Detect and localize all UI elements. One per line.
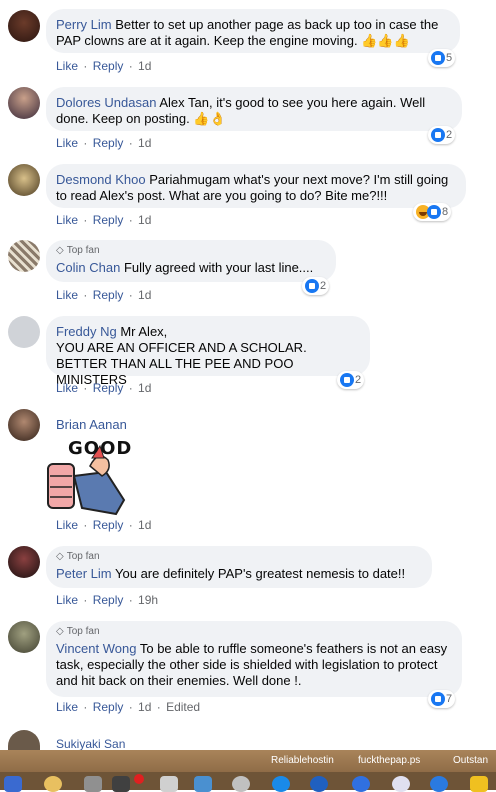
timestamp[interactable]: 1d <box>138 213 151 227</box>
avatar[interactable] <box>8 316 40 348</box>
reaction-count[interactable]: 2 <box>337 371 365 389</box>
reply-link[interactable]: Reply <box>93 381 124 395</box>
like-reaction-icon <box>431 692 445 706</box>
timestamp[interactable]: 1d <box>138 518 151 532</box>
like-link[interactable]: Like <box>56 213 78 227</box>
diamond-icon: ◇ <box>56 626 64 637</box>
taskbar-item-outstanding[interactable]: Outstan <box>453 755 488 766</box>
timestamp[interactable]: 1d <box>138 288 151 302</box>
comment-bubble: ◇ Top fan Colin Chan Fully agreed with yo… <box>46 240 336 282</box>
comment-author[interactable]: Desmond Khoo <box>56 172 146 187</box>
comment-actions: Like · Reply · 1d · Edited <box>56 700 201 714</box>
taskbar-item-reliablehosting[interactable]: Reliablehostin <box>271 755 334 766</box>
like-reaction-icon <box>431 51 445 65</box>
timestamp[interactable]: 19h <box>138 593 158 607</box>
avatar[interactable] <box>8 409 40 441</box>
timestamp[interactable]: 1d <box>138 381 151 395</box>
reply-link[interactable]: Reply <box>93 593 124 607</box>
comment-actions: Like · Reply · 1d <box>56 518 152 532</box>
comment-text: Better to set up another page as back up… <box>56 17 439 48</box>
reply-link[interactable]: Reply <box>93 700 124 714</box>
edited-label[interactable]: Edited <box>166 700 200 714</box>
reaction-count[interactable]: 2 <box>302 277 330 295</box>
avatar[interactable] <box>8 10 40 42</box>
timestamp[interactable]: 1d <box>138 136 151 150</box>
like-reaction-icon <box>305 279 319 293</box>
reaction-number: 8 <box>442 206 449 218</box>
avatar[interactable] <box>8 164 40 196</box>
timestamp[interactable]: 1d <box>138 700 151 714</box>
diamond-icon: ◇ <box>56 551 64 562</box>
reaction-number: 7 <box>446 693 453 705</box>
top-fan-badge[interactable]: ◇ Top fan <box>56 551 422 563</box>
like-reaction-icon <box>427 205 441 219</box>
comment-actions: Like · Reply · 1d <box>56 213 152 227</box>
comment-author[interactable]: Perry Lim <box>56 17 112 32</box>
reply-link[interactable]: Reply <box>93 59 124 73</box>
comment-author[interactable]: Peter Lim <box>56 566 112 581</box>
avatar[interactable] <box>8 240 40 272</box>
comment-text-line-1: Mr Alex, <box>120 324 168 339</box>
top-fan-badge[interactable]: ◇ Top fan <box>56 245 326 257</box>
comment-author[interactable]: Dolores Undasan <box>56 95 156 110</box>
comment-author[interactable]: Brian Aanan <box>56 417 127 432</box>
like-link[interactable]: Like <box>56 381 78 395</box>
like-reaction-icon <box>340 373 354 387</box>
like-link[interactable]: Like <box>56 518 78 532</box>
comment-bubble: Dolores Undasan Alex Tan, it's good to s… <box>46 87 462 131</box>
comment-actions: Like · Reply · 1d <box>56 59 152 73</box>
good-sticker[interactable]: GOOD <box>46 436 131 516</box>
sticker-text: GOOD <box>68 438 133 459</box>
diamond-icon: ◇ <box>56 245 64 256</box>
comment-bubble: Freddy Ng Mr Alex, YOU ARE AN OFFICER AN… <box>46 316 370 387</box>
reply-link[interactable]: Reply <box>93 288 124 302</box>
comment-author[interactable]: Freddy Ng <box>56 324 117 339</box>
badge-label: Top fan <box>66 551 100 562</box>
desktop-taskbar: Reliablehostin fuckthepap.ps Outstan <box>0 750 496 792</box>
reaction-count[interactable]: 2 <box>428 126 456 144</box>
comment-author[interactable]: Sukiyaki San <box>56 737 125 751</box>
reaction-count[interactable]: 5 <box>428 49 456 67</box>
top-fan-badge[interactable]: ◇ Top fan <box>56 626 452 638</box>
avatar[interactable] <box>8 730 40 750</box>
like-link[interactable]: Like <box>56 288 78 302</box>
timestamp[interactable]: 1d <box>138 59 151 73</box>
like-reaction-icon <box>431 128 445 142</box>
reaction-number: 2 <box>355 374 362 386</box>
reply-link[interactable]: Reply <box>93 518 124 532</box>
comment-text: You are definitely PAP's greatest nemesi… <box>115 566 406 581</box>
avatar[interactable] <box>8 87 40 119</box>
comment-bubble: ◇ Top fan Vincent Wong To be able to ruff… <box>46 621 462 697</box>
comment-text: Fully agreed with your last line.... <box>123 260 314 275</box>
comment-bubble: Desmond Khoo Pariahmugam what's your nex… <box>46 164 466 208</box>
dock <box>0 772 496 792</box>
reaction-count[interactable]: 7 <box>428 690 456 708</box>
like-link[interactable]: Like <box>56 59 78 73</box>
reaction-number: 5 <box>446 52 453 64</box>
comment-bubble: Perry Lim Better to set up another page … <box>46 9 460 53</box>
reply-link[interactable]: Reply <box>93 213 124 227</box>
reaction-count[interactable]: 8 <box>413 203 452 221</box>
reaction-number: 2 <box>320 280 327 292</box>
like-link[interactable]: Like <box>56 136 78 150</box>
comment-bubble: ◇ Top fan Peter Lim You are definitely PA… <box>46 546 432 588</box>
badge-label: Top fan <box>66 626 100 637</box>
reaction-number: 2 <box>446 129 453 141</box>
notification-badge-icon[interactable] <box>134 774 144 784</box>
reply-link[interactable]: Reply <box>93 136 124 150</box>
comment-actions: Like · Reply · 1d <box>56 288 152 302</box>
comment-text-line-2: YOU ARE AN OFFICER AND A SCHOLAR. <box>56 340 307 355</box>
like-link[interactable]: Like <box>56 593 78 607</box>
comment-actions: Like · Reply · 19h <box>56 593 159 607</box>
comment-actions: Like · Reply · 1d <box>56 381 152 395</box>
badge-label: Top fan <box>66 245 100 256</box>
taskbar-window-strip: Reliablehostin fuckthepap.ps Outstan <box>0 750 496 772</box>
comment-author[interactable]: Colin Chan <box>56 260 120 275</box>
comment-author[interactable]: Vincent Wong <box>56 641 136 656</box>
taskbar-item-fuckthepap[interactable]: fuckthepap.ps <box>358 755 420 766</box>
comment-actions: Like · Reply · 1d <box>56 136 152 150</box>
avatar[interactable] <box>8 621 40 653</box>
avatar[interactable] <box>8 546 40 578</box>
like-link[interactable]: Like <box>56 700 78 714</box>
